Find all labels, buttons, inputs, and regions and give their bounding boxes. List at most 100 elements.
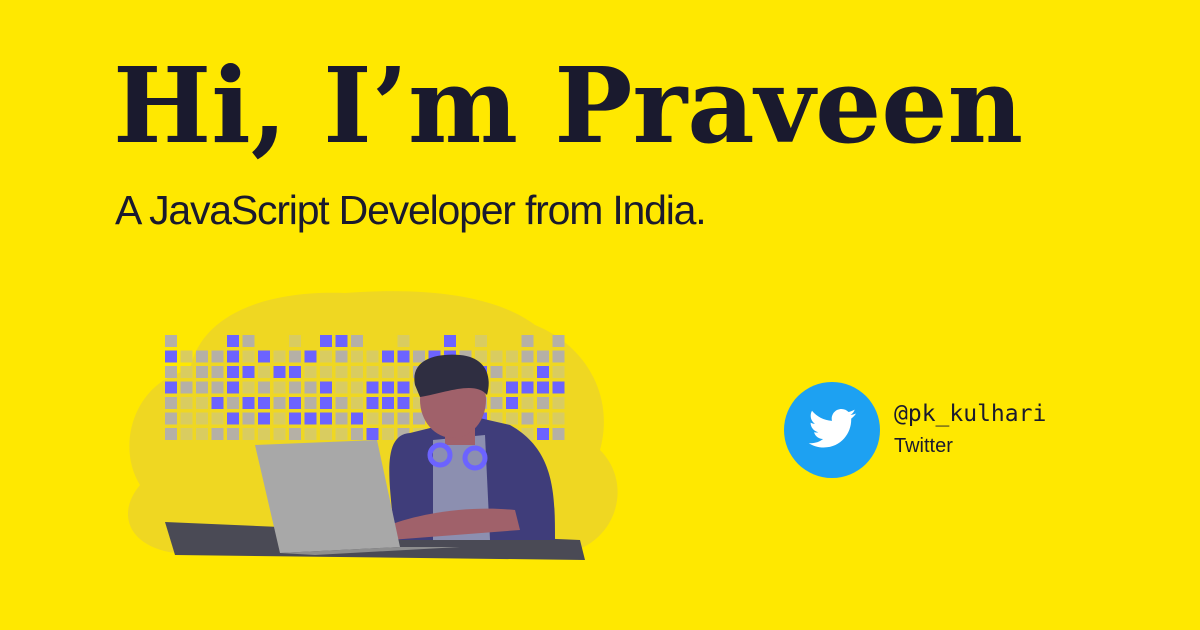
pixel-cell <box>227 412 239 425</box>
pixel-cell <box>211 412 224 425</box>
pixel-cell <box>382 412 394 425</box>
pixel-cell <box>273 412 286 425</box>
pixel-cell <box>289 366 301 378</box>
pixel-cell <box>552 381 565 394</box>
pixel-cell <box>320 350 332 363</box>
pixel-cell <box>320 412 332 425</box>
pixel-cell <box>180 428 193 440</box>
pixel-cell <box>273 350 286 363</box>
pixel-cell <box>351 397 363 409</box>
pixel-cell <box>366 350 379 363</box>
social-platform-label: Twitter <box>894 434 953 457</box>
pixel-cell <box>537 428 549 440</box>
pixel-cell <box>521 366 534 378</box>
pixel-cell <box>289 412 301 425</box>
pixel-cell <box>242 335 255 347</box>
pixel-cell <box>304 412 317 425</box>
pixel-cell <box>506 381 518 394</box>
pixel-cell <box>196 381 208 394</box>
pixel-cell <box>506 350 518 363</box>
pixel-cell <box>335 428 348 440</box>
pixel-cell <box>211 428 224 440</box>
twitter-bird-icon <box>784 382 880 478</box>
pixel-cell <box>320 397 332 409</box>
pixel-cell <box>242 350 255 363</box>
pixel-cell <box>258 412 270 425</box>
pixel-cell <box>382 350 394 363</box>
pixel-cell <box>289 335 301 347</box>
pixel-cell <box>351 335 363 347</box>
pixel-cell <box>366 428 379 440</box>
pixel-cell <box>211 397 224 409</box>
pixel-cell <box>351 366 363 378</box>
pixel-cell <box>552 366 565 378</box>
pixel-cell <box>537 366 549 378</box>
developer-illustration <box>127 291 618 560</box>
pixel-cell <box>382 366 394 378</box>
pixel-cell <box>335 381 348 394</box>
pixel-cell <box>227 366 239 378</box>
pixel-cell <box>537 397 549 409</box>
pixel-cell <box>196 397 208 409</box>
pixel-cell <box>242 381 255 394</box>
pixel-cell <box>521 350 534 363</box>
pixel-cell <box>382 381 394 394</box>
pixel-cell <box>227 428 239 440</box>
pixel-cell <box>537 381 549 394</box>
pixel-cell <box>320 366 332 378</box>
pixel-cell <box>335 335 348 347</box>
page-subtitle: A JavaScript Developer from India. <box>115 187 707 233</box>
pixel-cell <box>521 412 534 425</box>
pixel-cell <box>552 412 565 425</box>
pixel-cell <box>397 366 410 378</box>
pixel-cell <box>289 381 301 394</box>
pixel-cell <box>366 397 379 409</box>
pixel-cell <box>444 335 456 347</box>
pixel-cell <box>366 366 379 378</box>
pixel-cell <box>258 428 270 440</box>
pixel-cell <box>413 350 425 363</box>
pixel-cell <box>521 381 534 394</box>
pixel-cell <box>521 335 534 347</box>
pixel-cell <box>351 381 363 394</box>
pixel-cell <box>180 397 193 409</box>
pixel-cell <box>227 350 239 363</box>
pixel-cell <box>258 381 270 394</box>
pixel-cell <box>382 428 394 440</box>
pixel-cell <box>397 381 410 394</box>
pixel-cell <box>273 397 286 409</box>
pixel-cell <box>320 428 332 440</box>
pixel-cell <box>227 397 239 409</box>
twitter-handle[interactable]: @pk_kulhari <box>894 401 1046 429</box>
pixel-cell <box>211 381 224 394</box>
pixel-cell <box>351 428 363 440</box>
pixel-cell <box>304 428 317 440</box>
pixel-cell <box>165 381 177 394</box>
pixel-cell <box>506 412 518 425</box>
pixel-cell <box>552 397 565 409</box>
pixel-cell <box>335 350 348 363</box>
pixel-cell <box>227 381 239 394</box>
pixel-cell <box>335 397 348 409</box>
pixel-cell <box>165 335 177 347</box>
pixel-cell <box>397 397 410 409</box>
pixel-cell <box>397 335 410 347</box>
pixel-cell <box>227 335 239 347</box>
pixel-cell <box>351 350 363 363</box>
pixel-cell <box>180 381 193 394</box>
pixel-cell <box>258 397 270 409</box>
pixel-cell <box>273 381 286 394</box>
pixel-cell <box>180 350 193 363</box>
pixel-cell <box>273 366 286 378</box>
pixel-cell <box>196 350 208 363</box>
pixel-cell <box>304 397 317 409</box>
pixel-cell <box>335 366 348 378</box>
pixel-cell <box>165 366 177 378</box>
pixel-cell <box>397 412 410 425</box>
pixel-cell <box>242 366 255 378</box>
pixel-cell <box>242 412 255 425</box>
pixel-cell <box>320 381 332 394</box>
pixel-cell <box>304 366 317 378</box>
twitter-link[interactable]: @pk_kulhari Twitter <box>784 382 1046 478</box>
pixel-cell <box>506 366 518 378</box>
